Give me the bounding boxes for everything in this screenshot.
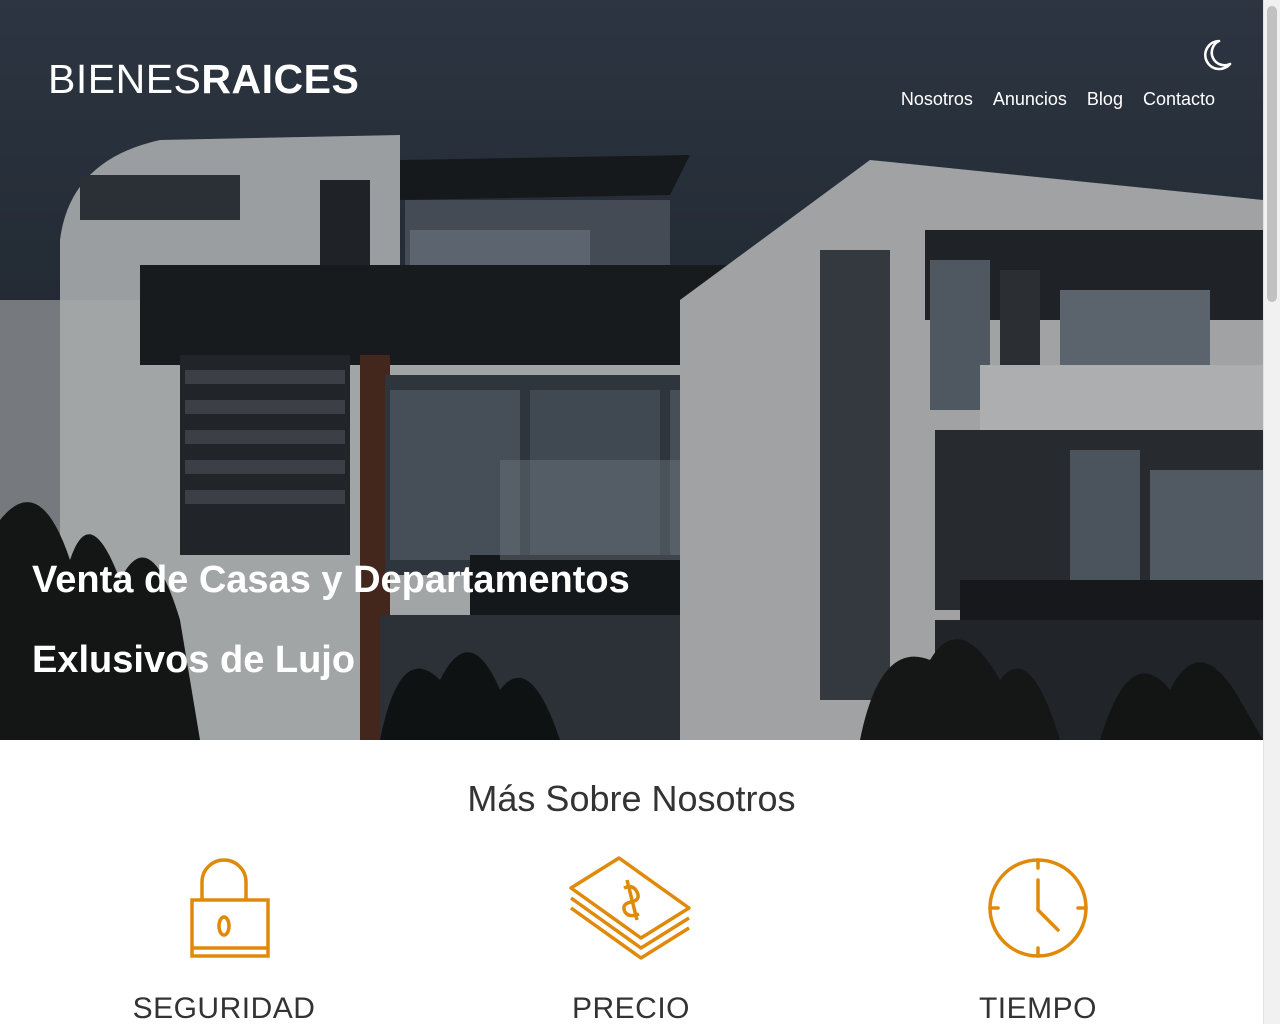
brand-logo-bold: RAICES — [201, 56, 360, 102]
page: BIENESRAICES Nosotros Anuncios Blog Cont… — [0, 0, 1280, 1024]
moon-icon — [1203, 39, 1232, 71]
hero-header: BIENESRAICES Nosotros Anuncios Blog Cont… — [0, 0, 1263, 740]
clock-icon — [988, 858, 1088, 958]
feature-seguridad: SEGURIDAD — [74, 850, 374, 1024]
brand-logo-light: BIENES — [48, 56, 202, 102]
dark-mode-toggle[interactable] — [1198, 37, 1234, 73]
nav-link-nosotros[interactable]: Nosotros — [901, 89, 973, 110]
nav-link-contacto[interactable]: Contacto — [1143, 89, 1215, 110]
money-icon — [569, 856, 691, 960]
scrollbar-thumb[interactable] — [1267, 6, 1277, 302]
feature-precio: PRECIO — [481, 850, 781, 1024]
nav-link-anuncios[interactable]: Anuncios — [993, 89, 1067, 110]
feature-title-tiempo: TIEMPO — [978, 992, 1097, 1024]
feature-tiempo: TIEMPO — [888, 850, 1188, 1024]
nav-link-blog[interactable]: Blog — [1087, 89, 1123, 110]
feature-title-seguridad: SEGURIDAD — [132, 992, 316, 1024]
lock-icon — [190, 858, 270, 958]
brand-logo[interactable]: BIENESRAICES — [48, 56, 359, 103]
feature-title-precio: PRECIO — [571, 992, 691, 1024]
page-scrollbar[interactable] — [1263, 0, 1280, 1024]
hero-heading-line2: Exlusivos de Lujo — [32, 639, 356, 681]
hero-heading: Venta de Casas y Departamentos Exlusivos… — [32, 540, 932, 700]
about-title: Más Sobre Nosotros — [467, 778, 796, 819]
hero-heading-line1: Venta de Casas y Departamentos — [32, 559, 630, 601]
main-nav: Nosotros Anuncios Blog Contacto — [901, 89, 1215, 110]
